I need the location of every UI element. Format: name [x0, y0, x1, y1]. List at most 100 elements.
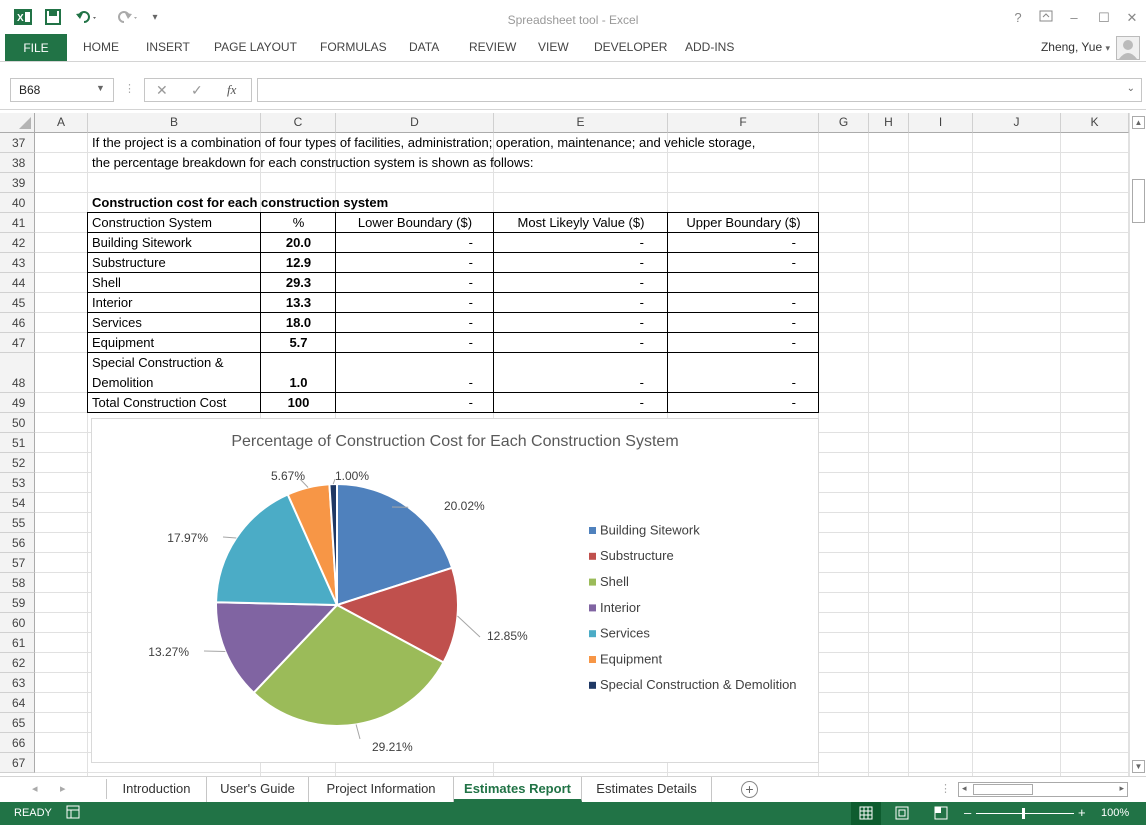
table-cell-likely[interactable]: - — [494, 375, 644, 390]
table-cell-upper[interactable]: - — [668, 255, 796, 270]
table-cell-lower[interactable]: - — [336, 315, 473, 330]
expand-formula-icon[interactable]: ⌄ — [1127, 83, 1135, 94]
table-cell-upper[interactable]: - — [668, 235, 796, 250]
scroll-thumb[interactable] — [1132, 179, 1145, 223]
tab-add-ins[interactable]: ADD-INS — [685, 40, 734, 54]
table-cell-lower[interactable]: - — [336, 295, 473, 310]
insert-function-icon[interactable]: fx — [227, 82, 236, 98]
tab-data[interactable]: DATA — [409, 40, 439, 54]
table-header[interactable]: Most Likeyly Value ($) — [494, 215, 668, 230]
formula-input[interactable]: ⌄ — [257, 78, 1142, 102]
tab-home[interactable]: HOME — [83, 40, 119, 54]
table-cell-upper[interactable]: - — [668, 375, 796, 390]
page-layout-view-icon[interactable] — [895, 806, 909, 823]
row-header[interactable]: 64 — [0, 693, 35, 713]
column-header[interactable]: F — [668, 113, 819, 133]
table-cell-lower[interactable]: - — [336, 335, 473, 350]
column-header[interactable]: E — [494, 113, 668, 133]
tab-review[interactable]: REVIEW — [469, 40, 516, 54]
name-box-dropdown-icon[interactable]: ▼ — [96, 83, 105, 93]
table-header[interactable]: Lower Boundary ($) — [336, 215, 494, 230]
sheet-tab-users-guide[interactable]: User's Guide — [207, 777, 309, 802]
table-cell-percent[interactable]: 20.0 — [261, 235, 336, 250]
row-header[interactable]: 44 — [0, 273, 35, 293]
row-header[interactable]: 50 — [0, 413, 35, 433]
table-cell-likely[interactable]: - — [494, 275, 644, 290]
zoom-in-icon[interactable]: + — [1078, 805, 1086, 820]
row-header[interactable]: 38 — [0, 153, 35, 173]
row-header[interactable]: 40 — [0, 193, 35, 213]
table-cell-lower[interactable]: - — [336, 395, 473, 410]
table-header[interactable]: % — [261, 215, 336, 230]
table-cell-percent[interactable]: 12.9 — [261, 255, 336, 270]
row-header[interactable]: 67 — [0, 753, 35, 773]
hscroll-thumb[interactable] — [973, 784, 1033, 795]
row-header[interactable]: 60 — [0, 613, 35, 633]
table-cell-name[interactable]: Services — [92, 315, 262, 330]
intro-line-2[interactable]: the percentage breakdown for each constr… — [92, 155, 534, 170]
table-cell-percent[interactable]: 29.3 — [261, 275, 336, 290]
row-header[interactable]: 58 — [0, 573, 35, 593]
row-header[interactable]: 39 — [0, 173, 35, 193]
formula-bar-resize-icon[interactable]: ⋮ — [124, 82, 135, 95]
row-header[interactable]: 53 — [0, 473, 35, 493]
tab-view[interactable]: VIEW — [538, 40, 569, 54]
worksheet-grid[interactable]: ABCDEFGHIJK 37 38 39 40 41 42 43 44 45 46 47 48 49 50… — [0, 113, 1129, 776]
table-cell-name[interactable]: Total Construction Cost — [92, 395, 262, 410]
row-header[interactable]: 56 — [0, 533, 35, 553]
minimize-icon[interactable]: – — [1064, 10, 1084, 26]
table-cell-upper[interactable]: - — [668, 335, 796, 350]
table-header[interactable]: Upper Boundary ($) — [668, 215, 819, 230]
table-cell-percent[interactable]: 18.0 — [261, 315, 336, 330]
prev-sheet-icon[interactable]: ◂ — [32, 782, 38, 795]
table-cell-name[interactable]: Building Sitework — [92, 235, 262, 250]
sheet-tab-estimates-report[interactable]: Estimates Report — [454, 777, 582, 802]
row-header[interactable]: 62 — [0, 653, 35, 673]
select-all-corner[interactable] — [0, 113, 35, 133]
scroll-left-icon[interactable]: ◂ — [962, 783, 967, 794]
macro-record-icon[interactable] — [66, 805, 80, 822]
table-cell-lower[interactable]: - — [336, 255, 473, 270]
sheet-tab-project-information[interactable]: Project Information — [309, 777, 454, 802]
sheet-tab-introduction[interactable]: Introduction — [107, 777, 207, 802]
column-header[interactable]: I — [909, 113, 973, 133]
add-sheet-icon[interactable]: + — [741, 781, 758, 798]
ribbon-display-icon[interactable] — [1036, 10, 1056, 26]
table-cell-name[interactable]: Interior — [92, 295, 262, 310]
column-header[interactable]: C — [261, 113, 336, 133]
scroll-right-icon[interactable]: ▸ — [1119, 783, 1124, 794]
scroll-up-icon[interactable]: ▲ — [1132, 116, 1145, 129]
table-cell-likely[interactable]: - — [494, 295, 644, 310]
zoom-level[interactable]: 100% — [1101, 807, 1129, 819]
row-header[interactable]: 65 — [0, 713, 35, 733]
row-header[interactable]: 51 — [0, 433, 35, 453]
horizontal-scrollbar[interactable]: ◂ ▸ — [958, 782, 1128, 797]
table-cell-name[interactable]: Demolition — [92, 375, 262, 390]
normal-view-icon[interactable] — [851, 802, 881, 825]
row-header[interactable]: 48 — [0, 353, 35, 393]
table-cell-likely[interactable]: - — [494, 255, 644, 270]
row-header[interactable]: 57 — [0, 553, 35, 573]
table-cell-name[interactable]: Special Construction & — [92, 355, 262, 370]
table-cell-percent[interactable]: 5.7 — [261, 335, 336, 350]
scroll-down-icon[interactable]: ▼ — [1132, 760, 1145, 773]
column-header[interactable]: J — [973, 113, 1061, 133]
tab-developer[interactable]: DEVELOPER — [594, 40, 667, 54]
table-cell-percent[interactable]: 13.3 — [261, 295, 336, 310]
row-header[interactable]: 43 — [0, 253, 35, 273]
table-title[interactable]: Construction cost for each construction … — [92, 195, 388, 210]
tab-formulas[interactable]: FORMULAS — [320, 40, 387, 54]
zoom-slider[interactable] — [976, 813, 1074, 814]
column-header[interactable]: B — [88, 113, 261, 133]
row-header[interactable]: 47 — [0, 333, 35, 353]
help-icon[interactable]: ? — [1008, 10, 1028, 26]
table-cell-upper[interactable]: - — [668, 295, 796, 310]
row-header[interactable]: 59 — [0, 593, 35, 613]
row-header[interactable]: 54 — [0, 493, 35, 513]
column-header[interactable]: H — [869, 113, 909, 133]
row-header[interactable]: 42 — [0, 233, 35, 253]
table-cell-name[interactable]: Substructure — [92, 255, 262, 270]
table-cell-likely[interactable]: - — [494, 315, 644, 330]
table-cell-percent[interactable]: 100 — [261, 395, 336, 410]
column-header[interactable]: K — [1061, 113, 1129, 133]
